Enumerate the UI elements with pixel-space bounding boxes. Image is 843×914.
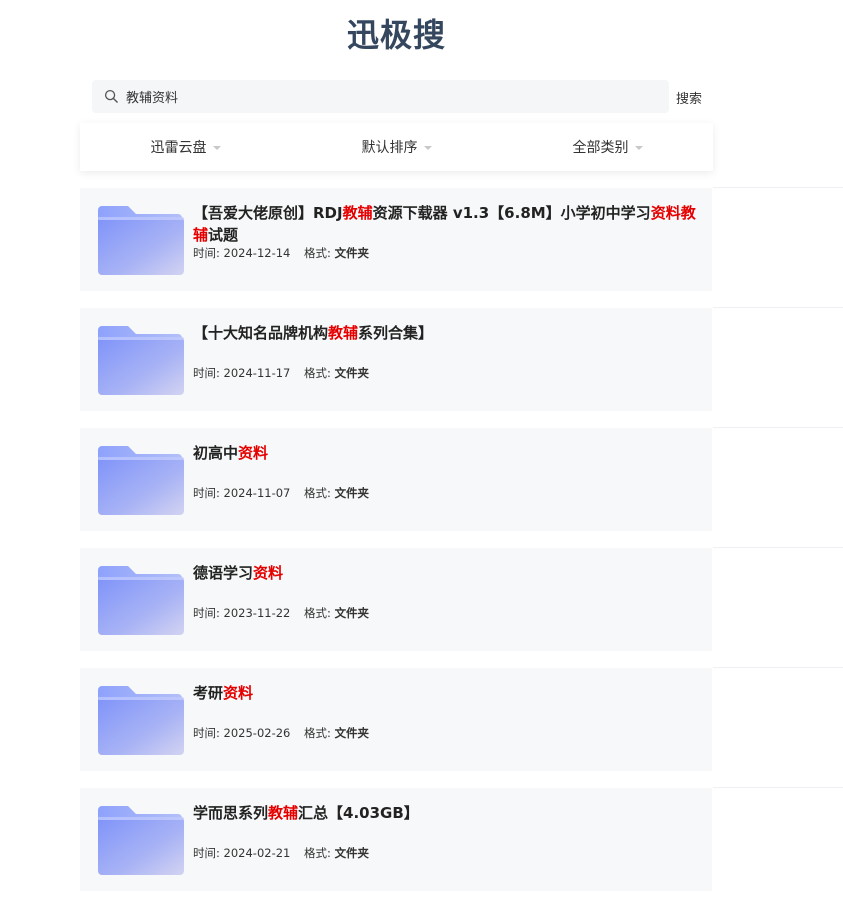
row-divider (713, 787, 843, 788)
row-divider (713, 547, 843, 548)
keyword-highlight: 教辅 (342, 204, 373, 222)
result-date: 2025-02-26 (223, 726, 291, 740)
title-text: 【吾爱大佬原创】RDJ (193, 204, 343, 222)
result-title[interactable]: 学而思系列教辅汇总【4.03GB】 (193, 802, 703, 824)
result-format: 文件夹 (334, 246, 370, 260)
result-format: 文件夹 (334, 606, 370, 620)
filter-category-dropdown[interactable]: 全部类别 (573, 137, 643, 157)
folder-icon (98, 206, 184, 275)
result-card[interactable]: 【吾爱大佬原创】RDJ教辅资源下载器 v1.3【6.8M】小学初中学习资料教辅试… (80, 188, 712, 291)
format-label: 格式: (304, 726, 331, 740)
keyword-highlight: 资料 (223, 684, 254, 702)
result-meta: 时间: 2024-11-17 格式: 文件夹 (193, 365, 369, 381)
result-format: 文件夹 (334, 486, 370, 500)
result-format: 文件夹 (334, 366, 370, 380)
folder-icon (98, 686, 184, 755)
time-label: 时间: (193, 246, 220, 260)
keyword-highlight: 资料 (650, 204, 681, 222)
result-title[interactable]: 【十大知名品牌机构教辅系列合集】 (193, 322, 703, 344)
format-label: 格式: (304, 606, 331, 620)
result-title[interactable]: 德语学习资料 (193, 562, 703, 584)
row-divider (713, 187, 843, 188)
keyword-highlight: 资料 (253, 564, 284, 582)
result-title[interactable]: 初高中资料 (193, 442, 703, 464)
search-input[interactable] (124, 80, 648, 113)
folder-icon (98, 446, 184, 515)
result-meta: 时间: 2024-12-14 格式: 文件夹 (193, 245, 369, 261)
result-date: 2024-11-17 (223, 366, 291, 380)
result-date: 2023-11-22 (223, 606, 291, 620)
filter-source-dropdown[interactable]: 迅雷云盘 (151, 137, 221, 157)
result-meta: 时间: 2025-02-26 格式: 文件夹 (193, 725, 369, 741)
result-format: 文件夹 (334, 726, 370, 740)
result-card[interactable]: 德语学习资料 时间: 2023-11-22 格式: 文件夹 (80, 548, 712, 651)
format-label: 格式: (304, 366, 331, 380)
result-item: 学而思系列教辅汇总【4.03GB】 时间: 2024-02-21 格式: 文件夹 (80, 787, 843, 907)
result-title[interactable]: 考研资料 (193, 682, 703, 704)
format-label: 格式: (304, 486, 331, 500)
keyword-highlight: 资料 (238, 444, 269, 462)
result-date: 2024-02-21 (223, 846, 291, 860)
filter-source-label: 迅雷云盘 (150, 140, 207, 156)
time-label: 时间: (193, 486, 220, 500)
caret-down-icon (212, 146, 221, 150)
title-text: 试题 (208, 226, 239, 244)
title-text: 汇总【4.03GB】 (298, 804, 419, 822)
filter-category-label: 全部类别 (572, 140, 629, 156)
folder-icon (98, 326, 184, 395)
caret-down-icon (423, 146, 432, 150)
result-format: 文件夹 (334, 846, 370, 860)
result-item: 初高中资料 时间: 2024-11-07 格式: 文件夹 (80, 427, 843, 547)
result-item: 【吾爱大佬原创】RDJ教辅资源下载器 v1.3【6.8M】小学初中学习资料教辅试… (80, 187, 843, 307)
result-meta: 时间: 2023-11-22 格式: 文件夹 (193, 605, 369, 621)
filter-bar: 迅雷云盘 默认排序 全部类别 (80, 123, 713, 171)
result-date: 2024-11-07 (223, 486, 291, 500)
row-divider (713, 427, 843, 428)
result-meta: 时间: 2024-11-07 格式: 文件夹 (193, 485, 369, 501)
title-text: 学而思系列 (193, 804, 269, 822)
time-label: 时间: (193, 726, 220, 740)
result-card[interactable]: 学而思系列教辅汇总【4.03GB】 时间: 2024-02-21 格式: 文件夹 (80, 788, 712, 891)
caret-down-icon (634, 146, 643, 150)
folder-icon (98, 566, 184, 635)
result-item: 考研资料 时间: 2025-02-26 格式: 文件夹 (80, 667, 843, 787)
result-card[interactable]: 初高中资料 时间: 2024-11-07 格式: 文件夹 (80, 428, 712, 531)
title-text: 考研 (193, 684, 224, 702)
title-text: 初高中 (193, 444, 239, 462)
magnifier-icon (104, 89, 118, 103)
filter-sort-label: 默认排序 (361, 140, 418, 156)
search-box (92, 80, 669, 113)
format-label: 格式: (304, 846, 331, 860)
row-divider (713, 667, 843, 668)
time-label: 时间: (193, 606, 220, 620)
filter-sort-dropdown[interactable]: 默认排序 (362, 137, 432, 157)
result-card[interactable]: 考研资料 时间: 2025-02-26 格式: 文件夹 (80, 668, 712, 771)
result-meta: 时间: 2024-02-21 格式: 文件夹 (193, 845, 369, 861)
result-title[interactable]: 【吾爱大佬原创】RDJ教辅资源下载器 v1.3【6.8M】小学初中学习资料教辅试… (193, 202, 703, 246)
result-card[interactable]: 【十大知名品牌机构教辅系列合集】 时间: 2024-11-17 格式: 文件夹 (80, 308, 712, 411)
format-label: 格式: (304, 246, 331, 260)
title-text: 资源下载器 v1.3【6.8M】小学初中学习 (372, 204, 651, 222)
site-logo[interactable]: 迅极搜 (0, 10, 793, 56)
results-list: 【吾爱大佬原创】RDJ教辅资源下载器 v1.3【6.8M】小学初中学习资料教辅试… (80, 187, 843, 907)
row-divider (713, 307, 843, 308)
result-item: 德语学习资料 时间: 2023-11-22 格式: 文件夹 (80, 547, 843, 667)
title-text: 系列合集】 (358, 324, 434, 342)
result-item: 【十大知名品牌机构教辅系列合集】 时间: 2024-11-17 格式: 文件夹 (80, 307, 843, 427)
title-text: 【十大知名品牌机构 (193, 324, 329, 342)
time-label: 时间: (193, 846, 220, 860)
folder-icon (98, 806, 184, 875)
keyword-highlight: 教辅 (268, 804, 299, 822)
title-text: 德语学习 (193, 564, 254, 582)
keyword-highlight: 教辅 (328, 324, 359, 342)
time-label: 时间: (193, 366, 220, 380)
result-date: 2024-12-14 (223, 246, 291, 260)
search-button[interactable]: 搜索 (676, 88, 702, 107)
